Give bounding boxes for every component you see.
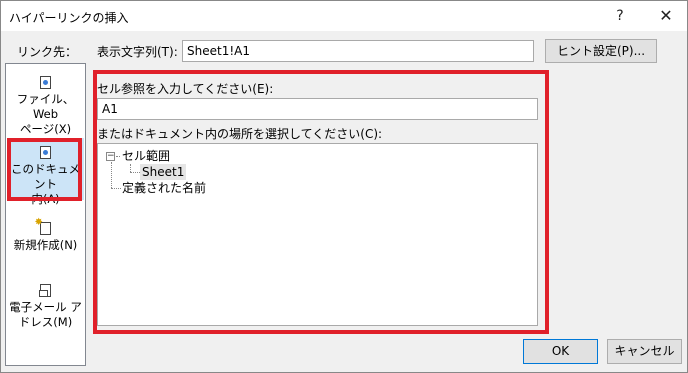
tree-connector: [116, 156, 120, 157]
close-button[interactable]: ✕: [651, 5, 681, 27]
screen-tip-button[interactable]: ヒント設定(P)...: [545, 39, 657, 63]
sidebar-item-existing-file[interactable]: ファイル、Web ページ(X): [7, 76, 84, 137]
tree-node-defined-names[interactable]: 定義された名前: [122, 180, 206, 196]
collapse-toggle-icon[interactable]: −: [106, 152, 115, 161]
tree-node-sheet1[interactable]: Sheet1: [140, 164, 187, 180]
help-button[interactable]: ?: [605, 5, 635, 27]
place-tree[interactable]: − セル範囲 Sheet1 定義された名前: [97, 143, 538, 326]
insert-hyperlink-dialog: ハイパーリンクの挿入 ? ✕ リンク先： 表示文字列(T): Sheet1!A1…: [0, 0, 688, 373]
sidebar-item-label: 新規作成(N): [13, 238, 78, 252]
cell-reference-label: セル参照を入力してください(E):: [97, 82, 274, 96]
link-to-label: リンク先：: [17, 45, 78, 59]
selection-highlight-frame: [7, 138, 82, 201]
cancel-button[interactable]: キャンセル: [607, 339, 682, 364]
tree-connector: [130, 172, 140, 173]
link-to-sidebar: ファイル、Web ページ(X) このドキュメント 内(A) ✸ 新規作成(N) …: [5, 63, 86, 366]
window-title: ハイパーリンクの挿入: [9, 11, 129, 25]
cell-reference-input[interactable]: A1: [97, 98, 538, 120]
new-document-icon: ✸: [35, 218, 53, 236]
title-bar: ハイパーリンクの挿入 ? ✕: [1, 1, 687, 31]
display-text-label: 表示文字列(T):: [97, 45, 178, 59]
tree-connector: [111, 162, 112, 188]
sidebar-item-label: 電子メール ア: [9, 300, 82, 314]
file-globe-icon: [39, 76, 53, 90]
tree-connector: [130, 164, 131, 172]
sidebar-item-create-new[interactable]: ✸ 新規作成(N): [7, 218, 84, 253]
display-text-input[interactable]: Sheet1!A1: [182, 40, 534, 62]
place-in-document-label: またはドキュメント内の場所を選択してください(C):: [97, 127, 383, 141]
ok-button[interactable]: OK: [523, 339, 598, 364]
sidebar-item-label: ドレス(M): [18, 315, 73, 329]
email-address-icon: [38, 284, 53, 298]
tree-connector: [111, 188, 121, 189]
sidebar-item-label: ファイル、Web: [16, 92, 75, 121]
sidebar-item-email-address[interactable]: 電子メール ア ドレス(M): [7, 284, 84, 330]
tree-node-cell-range[interactable]: セル範囲: [122, 148, 170, 164]
sidebar-item-label: ページ(X): [19, 122, 72, 136]
